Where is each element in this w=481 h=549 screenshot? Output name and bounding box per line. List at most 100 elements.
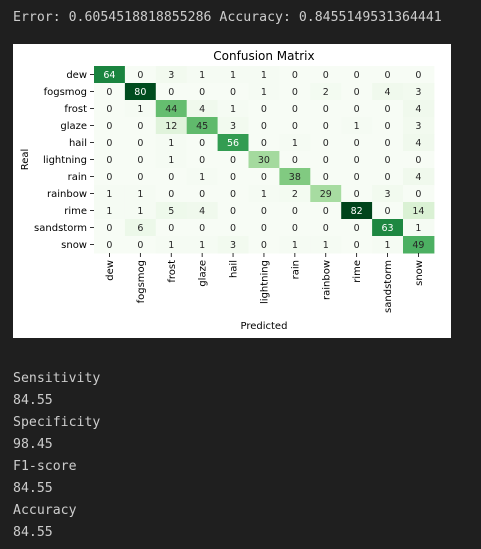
heatmap-cell-value: 0 (168, 223, 174, 234)
y-tick-label: rime (64, 206, 87, 217)
heatmap-cell-value: 0 (415, 70, 421, 81)
heatmap-cell-value: 49 (412, 240, 424, 251)
y-axis-label: Real (20, 149, 31, 171)
heatmap-cell-value: 0 (261, 172, 267, 183)
heatmap-cell-value: 0 (106, 104, 112, 115)
heatmap-cell-value: 0 (199, 223, 205, 234)
heatmap-cell-value: 12 (165, 121, 177, 132)
heatmap-cell-value: 4 (199, 206, 205, 217)
heatmap-cell-value: 64 (103, 70, 115, 81)
x-tick-label: glaze (198, 260, 209, 287)
x-tick-label: frost (167, 260, 178, 283)
heatmap-cell-value: 0 (261, 206, 267, 217)
heatmap-cell-value: 1 (385, 240, 391, 251)
y-tick-label: glaze (60, 121, 87, 132)
heatmap-cell-value: 0 (261, 223, 267, 234)
x-tick-label: sandstorm (383, 260, 394, 313)
heatmap-cell-value: 0 (354, 87, 360, 98)
heatmap-cell-value: 1 (230, 70, 236, 81)
heatmap-cell-value: 0 (354, 223, 360, 234)
heatmap-cell-value: 5 (168, 206, 174, 217)
heatmap-cell-value: 0 (106, 87, 112, 98)
metric-value-f1-score: 84.55 (13, 481, 53, 496)
y-tick-label: fogsmog (44, 87, 87, 98)
metric-label-sensitivity: Sensitivity (13, 371, 101, 386)
heatmap-cell-value: 0 (292, 104, 298, 115)
chart-title: Confusion Matrix (213, 49, 314, 63)
heatmap-cell-value: 0 (106, 155, 112, 166)
heatmap-cell-value: 0 (323, 172, 329, 183)
metric-label-specificity: Specificity (13, 415, 101, 430)
heatmap-cell-value: 1 (261, 70, 267, 81)
heatmap-cell-value: 82 (351, 206, 363, 217)
heatmap-cell-value: 0 (230, 172, 236, 183)
heatmap-cell-value: 2 (323, 87, 329, 98)
heatmap-cell-value: 0 (261, 104, 267, 115)
heatmap-cell-value: 4 (415, 172, 421, 183)
heatmap-cell-value: 0 (354, 189, 360, 200)
heatmap-cell-value: 1 (354, 121, 360, 132)
heatmap-cell-value: 3 (230, 121, 236, 132)
heatmap-cell-value: 0 (385, 206, 391, 217)
heatmap-cell-value: 0 (292, 206, 298, 217)
confusion-matrix-figure: Confusion Matrix 64 0 3 1 1 1 0 0 0 0 0 0 80 0 0 0 1 0 2 0 4 3… (13, 44, 451, 338)
heatmap-cell-value: 0 (385, 121, 391, 132)
heatmap-cell-value: 0 (292, 87, 298, 98)
heatmap-cell-value: 1 (168, 240, 174, 251)
heatmap-cell-value: 1 (199, 240, 205, 251)
heatmap-cell-value: 0 (230, 223, 236, 234)
heatmap-cell-value: 0 (106, 121, 112, 132)
heatmap-cell-value: 0 (199, 138, 205, 149)
y-tick-label: snow (61, 240, 87, 251)
heatmap-cell-value: 0 (292, 223, 298, 234)
y-tick-label: rain (68, 172, 87, 183)
heatmap-cell-value: 0 (385, 172, 391, 183)
heatmap-cell-value: 1 (292, 138, 298, 149)
heatmap-cell-value: 1 (292, 240, 298, 251)
heatmap-cell-value: 0 (261, 121, 267, 132)
x-tick-label: rainbow (321, 260, 332, 300)
x-tick-label: dew (105, 260, 116, 281)
metric-value-accuracy: 84.55 (13, 525, 53, 540)
heatmap-cell-value: 0 (385, 155, 391, 166)
heatmap-cell-value: 0 (323, 206, 329, 217)
heatmap-cell-value: 80 (134, 87, 146, 98)
heatmap-cell-value: 0 (137, 70, 143, 81)
heatmap-cell-value: 1 (230, 104, 236, 115)
heatmap-cell-value: 0 (168, 172, 174, 183)
heatmap-cell-value: 29 (320, 189, 332, 200)
heatmap-cell-value: 1 (261, 189, 267, 200)
heatmap-cell-value: 1 (137, 206, 143, 217)
y-tick-label: dew (66, 70, 87, 81)
heatmap-cell-value: 1 (168, 138, 174, 149)
metric-label-f1-score: F1-score (13, 459, 77, 474)
y-tick-label: lightning (43, 155, 87, 166)
heatmap-cell-value: 56 (227, 138, 239, 149)
heatmap-cell-value: 0 (261, 138, 267, 149)
y-tick-label: hail (69, 138, 87, 149)
heatmap-cell-value: 0 (230, 155, 236, 166)
heatmap-cell-value: 30 (258, 155, 270, 166)
heatmap-cell-value: 0 (323, 70, 329, 81)
heatmap-cell-value: 3 (168, 70, 174, 81)
y-tick-label: frost (64, 104, 87, 115)
heatmap-cell-value: 0 (106, 138, 112, 149)
heatmap-cell-value: 0 (106, 223, 112, 234)
heatmap-cell-value: 4 (415, 104, 421, 115)
heatmap-cell-value: 0 (292, 155, 298, 166)
heatmap-cell-value: 6 (137, 223, 143, 234)
heatmap-cell-value: 0 (137, 121, 143, 132)
heatmap-cell-value: 4 (415, 138, 421, 149)
heatmap-cell-value: 3 (230, 240, 236, 251)
heatmap-cell-value: 4 (199, 104, 205, 115)
heatmap-cell-value: 14 (412, 206, 424, 217)
heatmap-cell-value: 0 (323, 223, 329, 234)
heatmap-cell-value: 0 (415, 155, 421, 166)
heatmap-cell-value: 1 (137, 189, 143, 200)
heatmap-cell-value: 0 (230, 206, 236, 217)
heatmap-cell-value: 0 (230, 87, 236, 98)
heatmap-cell-value: 0 (199, 155, 205, 166)
heatmap-cell-value: 0 (354, 70, 360, 81)
heatmap-cell-value: 1 (106, 189, 112, 200)
evaluation-output-line: Error: 0.6054518818855286 Accuracy: 0.84… (13, 10, 442, 25)
